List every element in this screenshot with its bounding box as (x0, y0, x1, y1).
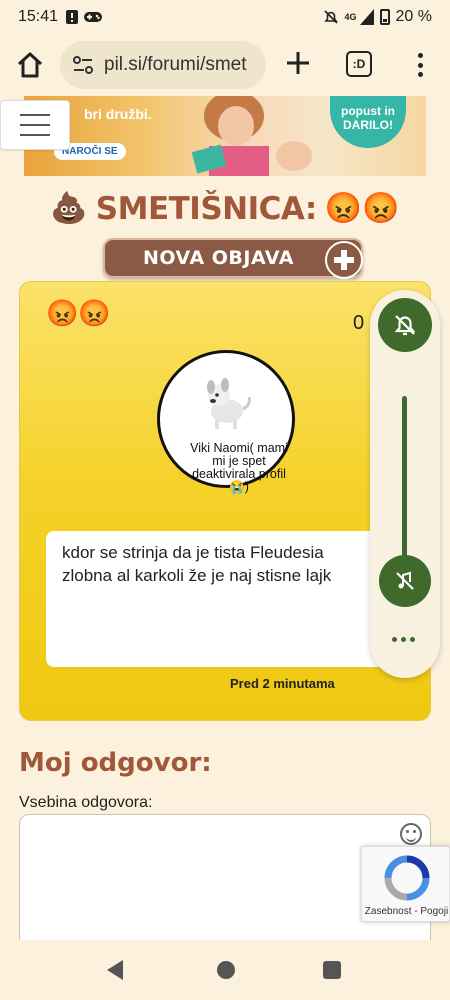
address-bar[interactable]: pil.si/forumi/smet (60, 41, 266, 89)
new-tab-icon[interactable] (284, 49, 312, 77)
ringer-toggle-button[interactable] (378, 298, 432, 352)
battery-icon (379, 9, 390, 25)
more-options-icon[interactable] (392, 637, 415, 642)
home-icon[interactable] (14, 49, 46, 81)
banner-image (191, 96, 312, 176)
home-button-icon[interactable] (217, 961, 235, 979)
volume-slider-track[interactable] (402, 396, 407, 574)
hamburger-menu-icon[interactable] (0, 100, 70, 150)
battery-level: 20 % (395, 8, 432, 25)
reply-label: Vsebina odgovora: (19, 794, 153, 811)
new-post-button[interactable]: NOVA OBJAVA (103, 238, 363, 279)
browser-menu-icon[interactable] (412, 50, 428, 80)
post-body: kdor se strinja da je tista Fleudesia zl… (46, 531, 386, 667)
recent-apps-icon[interactable] (323, 961, 341, 979)
dog-avatar-icon (207, 378, 251, 429)
status-bar: 15:41 4G 20 % (0, 0, 450, 34)
alert-icon (66, 10, 79, 24)
browser-toolbar: pil.si/forumi/smet :D (0, 34, 450, 96)
url-text[interactable]: pil.si/forumi/smet (104, 54, 247, 76)
ad-banner[interactable]: bri družbi. NAROČI SE popust in DARILO! (24, 96, 426, 176)
page-title: 💩 SMETIŠNICA: 😡😡 (0, 186, 450, 232)
volume-panel (370, 290, 440, 678)
post-like-count: 0 (353, 312, 365, 334)
banner-text: bri družbi. (84, 106, 152, 122)
recaptcha-text[interactable]: Zasebnost - Pogoji (362, 906, 450, 917)
post-timestamp: Pred 2 minutama (230, 676, 335, 691)
recaptcha-icon (384, 855, 430, 901)
site-settings-icon[interactable] (70, 52, 96, 78)
volume-slider-thumb[interactable] (379, 555, 431, 607)
gamepad-icon (84, 12, 103, 22)
poop-emoji: 💩 (50, 192, 88, 225)
bell-off-icon (323, 10, 338, 24)
signal-icon (359, 9, 374, 25)
network-type: 4G (344, 12, 357, 22)
music-off-icon (396, 571, 414, 590)
plus-icon (325, 241, 363, 279)
page-title-text: SMETIŠNICA: (95, 191, 318, 227)
recaptcha-badge[interactable]: Zasebnost - Pogoji (361, 846, 450, 922)
angry-emoji: 😡😡 (324, 192, 400, 225)
new-post-label: NOVA OBJAVA (143, 247, 295, 269)
banner-badge: popust in DARILO! (330, 96, 406, 148)
status-time: 15:41 (18, 8, 59, 25)
emoji-picker-icon[interactable] (400, 823, 422, 845)
post-reaction-emojis: 😡😡 (46, 298, 111, 328)
bell-off-icon (394, 315, 416, 336)
reply-heading: Moj odgovor: (19, 748, 212, 778)
tab-switcher-button[interactable]: :D (346, 51, 372, 77)
system-navigation-bar (0, 940, 450, 1000)
back-icon[interactable] (107, 960, 123, 980)
author-name[interactable]: Viki Naomi( mami mi je spet deaktivirala… (184, 442, 294, 494)
